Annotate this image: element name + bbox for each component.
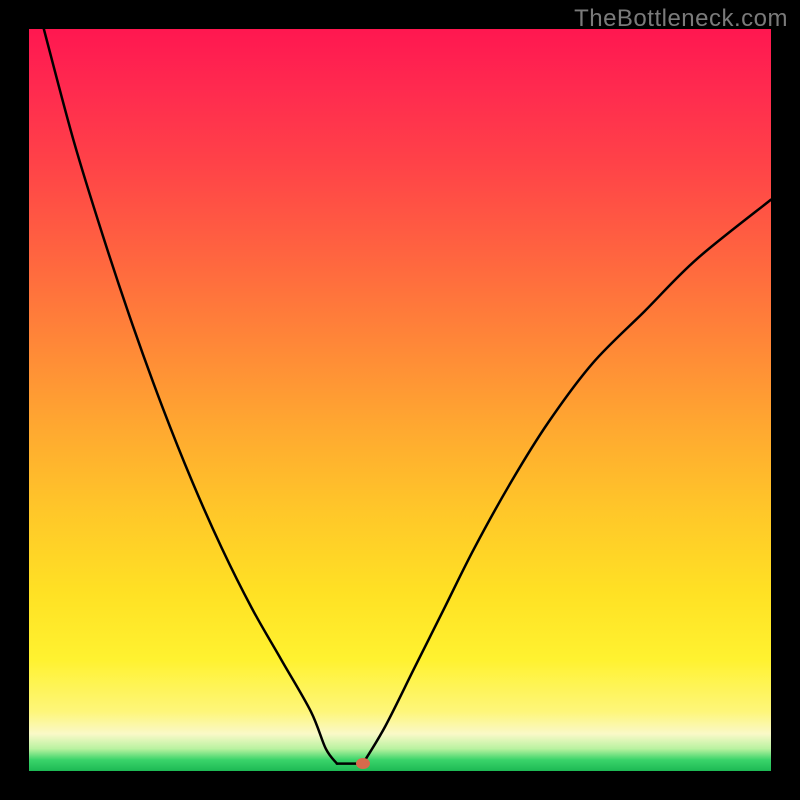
curve-right-branch	[363, 200, 771, 764]
chart-container: TheBottleneck.com	[0, 0, 800, 800]
plot-frame	[29, 29, 771, 771]
watermark-text: TheBottleneck.com	[574, 5, 788, 33]
bottleneck-curve	[29, 29, 771, 771]
minimum-marker	[356, 758, 370, 769]
curve-left-branch	[44, 29, 337, 764]
